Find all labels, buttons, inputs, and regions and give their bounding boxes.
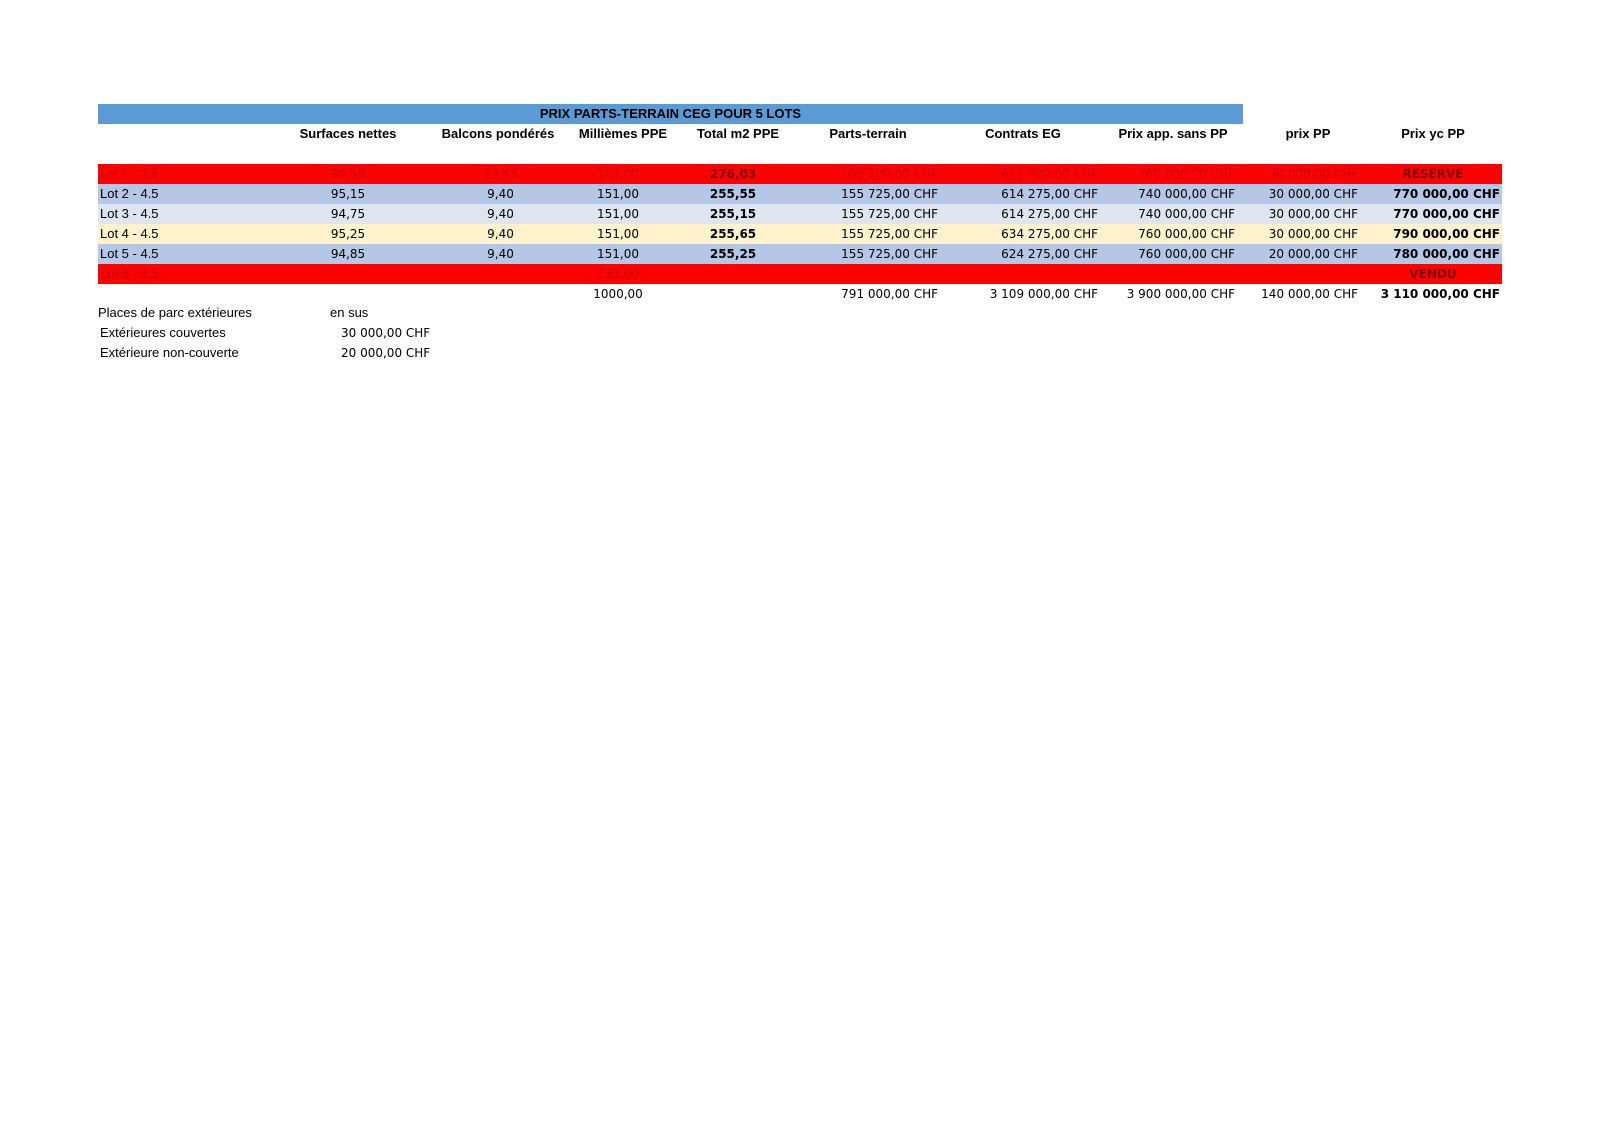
total-m2: 255,65: [709, 227, 757, 241]
header-surfaces-nettes: Surfaces nettes: [299, 126, 397, 141]
total-m2: 255,55: [709, 187, 757, 201]
prix-pp: 30 000,00 CHF: [1268, 167, 1358, 181]
prix-yc-pp: 790 000,00 CHF: [1393, 227, 1500, 241]
header-prix-pp: prix PP: [1285, 126, 1331, 141]
lot-label: Lot 4 - 4.5: [100, 226, 159, 241]
prix-sans-pp: 740 000,00 CHF: [1138, 207, 1235, 221]
header-total-m2-ppe: Total m2 PPE: [696, 126, 780, 141]
contrats-eg: 614 275,00 CHF: [1001, 187, 1098, 201]
surface-nette: 94,75: [330, 207, 366, 221]
balcons: 9,40: [487, 187, 514, 201]
prix-yc-pp: 780 000,00 CHF: [1393, 247, 1500, 261]
parking-item-label: Extérieure non-couverte: [100, 345, 239, 360]
parking-item-label: Extérieures couvertes: [100, 325, 226, 340]
prix-yc-pp: 770 000,00 CHF: [1393, 207, 1500, 221]
prix-pp: 30 000,00 CHF: [1268, 187, 1358, 201]
header-balcons-ponderes: Balcons pondérés: [441, 126, 555, 141]
prix-sans-pp: 760 000,00 CHF: [1138, 167, 1235, 181]
surface-nette: 99,58: [330, 167, 366, 181]
parking-item-price: 30 000,00 CHF: [341, 326, 431, 340]
total-milliemes: 1000,00: [593, 287, 643, 301]
total-prix-yc-pp: 3 110 000,00 CHF: [1380, 287, 1500, 301]
header-prix-app-sans-pp: Prix app. sans PP: [1118, 126, 1228, 141]
table-row: Lot 3 - 4.5 94,75 9,40 151,00 255,15 155…: [98, 204, 1502, 224]
parts-terrain: 155 725,00 CHF: [841, 187, 938, 201]
balcons: 9,40: [487, 207, 514, 221]
prix-sans-pp: 760 000,00 CHF: [1138, 247, 1235, 261]
milliemes: 151,00: [597, 187, 639, 201]
table-row: Lot 6 - 4.5 233,00 VENDU: [98, 264, 1502, 284]
surface-nette: 95,25: [330, 227, 366, 241]
lot-label: Lot 3 - 4.5: [100, 206, 159, 221]
contrats-eg: 624 275,00 CHF: [1001, 247, 1098, 261]
table-title: PRIX PARTS-TERRAIN CEG POUR 5 LOTS: [98, 104, 1243, 124]
milliemes: 151,00: [597, 247, 639, 261]
table-row: Lot 1 - 3.5 99,58 13,45 163,00 276,03 16…: [98, 164, 1502, 184]
table-row: Lot 4 - 4.5 95,25 9,40 151,00 255,65 155…: [98, 224, 1502, 244]
header-milliemes-ppe: Millièmes PPE: [578, 126, 668, 141]
prix-pp: 30 000,00 CHF: [1268, 227, 1358, 241]
balcons: 9,40: [487, 247, 514, 261]
status-badge: RESERVE: [1402, 167, 1464, 181]
surface-nette: 94,85: [330, 247, 366, 261]
balcons: 13,45: [483, 167, 518, 181]
total-contrats-eg: 3 109 000,00 CHF: [989, 287, 1098, 301]
contrats-eg: 634 275,00 CHF: [1001, 227, 1098, 241]
contrats-eg: 621 900,00 CHF: [1001, 167, 1098, 181]
milliemes: 151,00: [597, 207, 639, 221]
milliemes: 233,00: [597, 267, 639, 281]
total-parts-terrain: 791 000,00 CHF: [841, 287, 938, 301]
prix-sans-pp: 740 000,00 CHF: [1138, 187, 1235, 201]
lot-label: Lot 6 - 4.5: [100, 266, 159, 281]
status-badge: VENDU: [1409, 267, 1457, 281]
prix-pp: 30 000,00 CHF: [1268, 207, 1358, 221]
parts-terrain: 155 725,00 CHF: [841, 207, 938, 221]
balcons: 9,40: [487, 227, 514, 241]
prix-sans-pp: 760 000,00 CHF: [1138, 227, 1235, 241]
table-row: Lot 5 - 4.5 94,85 9,40 151,00 255,25 155…: [98, 244, 1502, 264]
contrats-eg: 614 275,00 CHF: [1001, 207, 1098, 221]
parking-note: en sus: [330, 305, 369, 320]
total-prix-pp: 140 000,00 CHF: [1261, 287, 1358, 301]
surface-nette: 95,15: [330, 187, 366, 201]
parts-terrain: 168 100,00 CHF: [841, 167, 938, 181]
milliemes: 151,00: [597, 227, 639, 241]
prix-yc-pp: 770 000,00 CHF: [1393, 187, 1500, 201]
lot-label: Lot 1 - 3.5: [100, 166, 159, 181]
parking-item-price: 20 000,00 CHF: [341, 346, 431, 360]
header-contrats-eg: Contrats EG: [985, 126, 1061, 141]
total-m2: 255,25: [709, 247, 757, 261]
lot-label: Lot 5 - 4.5: [100, 246, 159, 261]
parking-heading-row: Places de parc extérieures: [98, 303, 252, 323]
parts-terrain: 155 725,00 CHF: [841, 247, 938, 261]
total-m2: 255,15: [709, 207, 757, 221]
table-row: Lot 2 - 4.5 95,15 9,40 151,00 255,55 155…: [98, 184, 1502, 204]
header-parts-terrain: Parts-terrain: [829, 126, 907, 141]
milliemes: 163,00: [597, 167, 639, 181]
header-prix-yc-pp: Prix yc PP: [1401, 126, 1465, 141]
prix-pp: 20 000,00 CHF: [1268, 247, 1358, 261]
parts-terrain: 155 725,00 CHF: [841, 227, 938, 241]
total-prix-sans-pp: 3 900 000,00 CHF: [1126, 287, 1235, 301]
total-m2: 276,03: [709, 167, 757, 181]
totals-row: 1000,00 791 000,00 CHF 3 109 000,00 CHF …: [98, 284, 1502, 304]
lot-label: Lot 2 - 4.5: [100, 186, 159, 201]
parking-heading: Places de parc extérieures: [98, 305, 252, 320]
header-row: Surfaces nettes Balcons pondérés Millièm…: [98, 124, 1502, 144]
page: { "title": "PRIX PARTS-TERRAIN CEG POUR …: [0, 0, 1600, 1132]
